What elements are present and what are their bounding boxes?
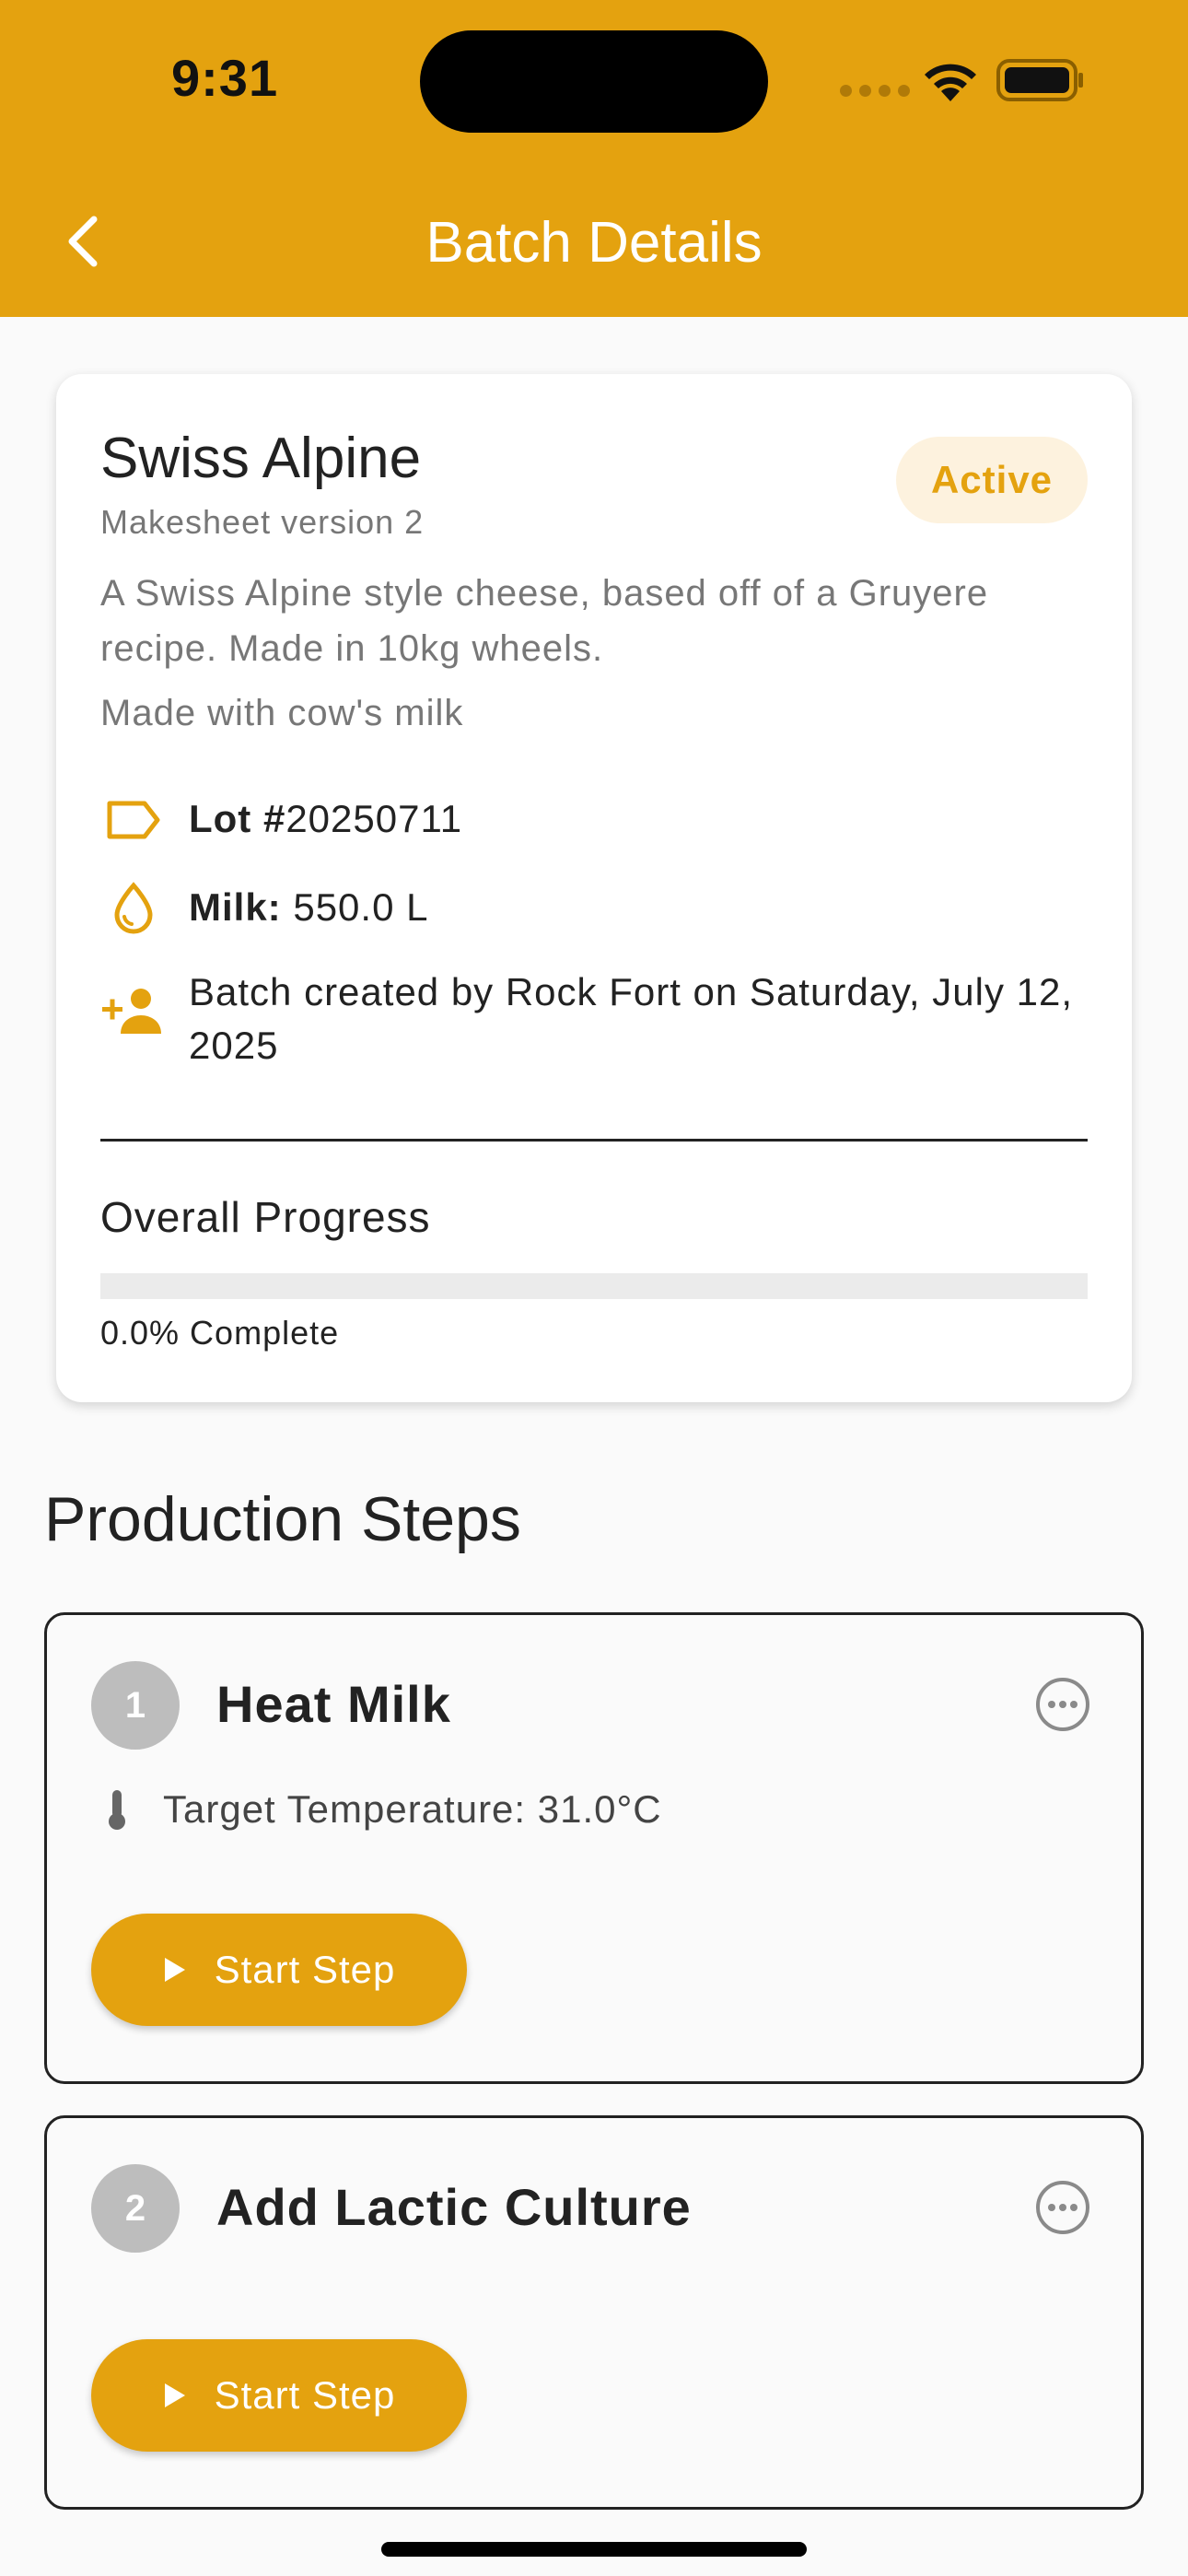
divider: [100, 1139, 1088, 1142]
step-card: 1 Heat Milk Target Temperature: 31.0°C S…: [44, 1612, 1144, 2084]
person-add-icon: [102, 989, 161, 1034]
target-temperature-row: Target Temperature: 31.0°C: [99, 1786, 662, 1832]
step-number: 2: [91, 2164, 180, 2253]
progress-label: Overall Progress: [100, 1193, 431, 1241]
progress-bar: [100, 1273, 1088, 1299]
home-indicator: [381, 2542, 807, 2557]
more-horizontal-icon: [1036, 1678, 1089, 1731]
batch-description: A Swiss Alpine style cheese, based off o…: [100, 573, 989, 669]
created-row: Batch created by Rock Fort on Saturday, …: [100, 966, 1073, 1072]
milk-row: Milk: 550.0 L: [100, 881, 428, 936]
milk-type: Made with cow's milk: [100, 693, 464, 733]
drop-icon: [114, 882, 153, 934]
step-number: 1: [91, 1661, 180, 1750]
batch-summary-card: Swiss Alpine Makesheet version 2 Active …: [56, 374, 1132, 1402]
step-more-button[interactable]: [1032, 1674, 1093, 1735]
step-name: Add Lactic Culture: [216, 2178, 692, 2236]
play-icon: [164, 1958, 185, 1982]
dynamic-island: [420, 30, 768, 133]
milk-volume: Milk: 550.0 L: [189, 885, 429, 929]
batch-name: Swiss Alpine: [100, 427, 422, 490]
created-info: Batch created by Rock Fort on Saturday, …: [189, 970, 1074, 1067]
lot-number: Lot #20250711: [189, 797, 463, 840]
start-step-label: Start Step: [214, 1948, 396, 1991]
tag-icon: [107, 801, 160, 839]
status-time: 9:31: [171, 49, 279, 107]
more-horizontal-icon: [1036, 2181, 1089, 2234]
progress-text: 0.0% Complete: [100, 1314, 340, 1352]
page-title: Batch Details: [425, 211, 763, 275]
lot-row: Lot #20250711: [100, 792, 462, 848]
start-step-button[interactable]: Start Step: [91, 1914, 467, 2026]
section-title-production-steps: Production Steps: [44, 1484, 521, 1554]
app-header: 9:31 Batch Details: [0, 0, 1188, 317]
wifi-icon: [925, 64, 976, 101]
batch-details-screen: 9:31 Batch Details Swiss Alpine Makeshee…: [0, 0, 1188, 2576]
makesheet-version: Makesheet version 2: [100, 503, 425, 541]
thermometer-icon: [109, 1790, 125, 1830]
play-icon: [164, 2383, 185, 2407]
battery-icon: [996, 59, 1083, 101]
target-temperature: Target Temperature: 31.0°C: [163, 1787, 662, 1831]
start-step-label: Start Step: [214, 2373, 396, 2417]
step-more-button[interactable]: [1032, 2177, 1093, 2238]
step-name: Heat Milk: [216, 1675, 451, 1733]
step-card: 2 Add Lactic Culture Start Step: [44, 2115, 1144, 2510]
status-badge: Active: [896, 437, 1088, 523]
cellular-signal-icon: [840, 85, 910, 97]
start-step-button[interactable]: Start Step: [91, 2339, 467, 2452]
